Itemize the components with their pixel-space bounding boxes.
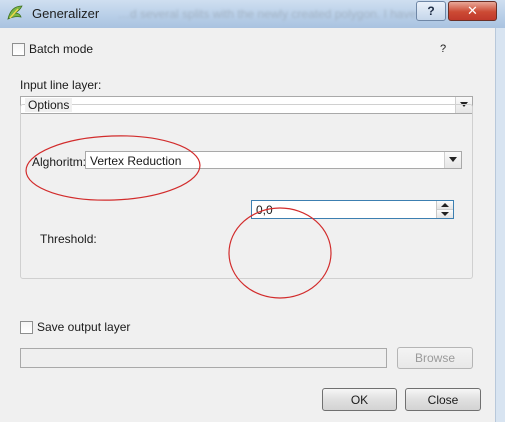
title-bar[interactable]: Generalizer …d several splits with the n… [0, 0, 505, 29]
window-edge [495, 28, 505, 422]
batch-mode-checkbox[interactable] [12, 43, 25, 56]
batch-mode-label: Batch mode [29, 42, 94, 56]
close-icon: ✕ [467, 3, 478, 18]
close-window-button[interactable]: ✕ [448, 1, 497, 21]
ok-button[interactable]: OK [322, 388, 397, 411]
algorithm-value: Vertex Reduction [90, 154, 182, 168]
help-hint[interactable]: ? [440, 43, 446, 55]
qgis-icon [6, 4, 24, 22]
close-button[interactable]: Close [405, 388, 481, 411]
algorithm-combo[interactable]: Vertex Reduction [85, 151, 462, 169]
help-button[interactable]: ? [416, 1, 446, 21]
threshold-label: Threshold: [40, 232, 97, 246]
background-window-text: …d several splits with the newly created… [118, 7, 455, 21]
spin-up-icon[interactable] [437, 201, 453, 210]
save-output-checkbox[interactable] [20, 321, 33, 334]
threshold-spinbox[interactable] [251, 200, 454, 219]
threshold-stepper[interactable] [436, 201, 453, 218]
algorithm-label: Alghoritm: [32, 155, 87, 169]
browse-button[interactable]: Browse [397, 347, 473, 369]
threshold-input[interactable] [252, 201, 436, 218]
input-layer-label: Input line layer: [20, 78, 102, 92]
options-groupbox [20, 104, 473, 279]
window-title: Generalizer [32, 6, 100, 21]
generalizer-window: Generalizer …d several splits with the n… [0, 0, 505, 422]
chevron-down-icon[interactable] [444, 152, 461, 168]
save-output-label: Save output layer [37, 320, 131, 334]
spin-down-icon[interactable] [437, 210, 453, 218]
output-path-field[interactable] [20, 348, 387, 368]
options-title: Options [25, 98, 73, 112]
